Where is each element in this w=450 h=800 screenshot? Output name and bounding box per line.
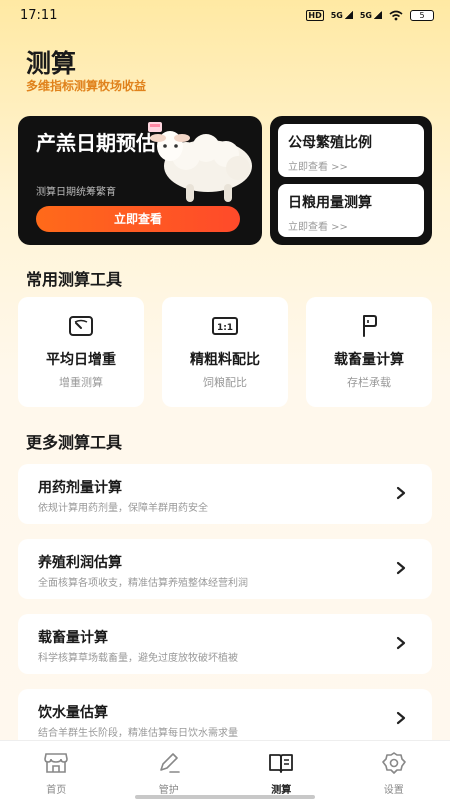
tab-label: 设置	[383, 785, 404, 796]
home-indicator	[135, 795, 315, 799]
list-item-desc: 科学核算草场载畜量，避免过度放牧破坏植被	[38, 653, 238, 664]
tab-care[interactable]: 管护	[113, 741, 226, 800]
card-link: 立即查看 >>	[288, 222, 348, 233]
tab-label: 首页	[46, 785, 67, 796]
pen-icon	[159, 753, 180, 773]
list-item-title: 载畜量计算	[38, 630, 108, 646]
tool-sub: 饲粮配比	[203, 376, 247, 389]
list-item-title: 饮水量估算	[38, 705, 108, 721]
tab-home[interactable]: 首页	[0, 741, 113, 800]
card-link: 立即查看 >>	[288, 162, 348, 173]
tool-name: 平均日增重	[46, 352, 116, 368]
list-item-stocking[interactable]: 载畜量计算 科学核算草场载畜量，避免过度放牧破坏植被	[18, 614, 432, 674]
section-title-common: 常用测算工具	[26, 270, 123, 289]
list-item-title: 用药剂量计算	[38, 480, 122, 496]
card-feed-usage[interactable]: 日粮用量测算 立即查看 >>	[278, 184, 424, 237]
page-title: 测算	[26, 49, 77, 78]
ratio-icon-text: 1:1	[217, 323, 233, 333]
tool-daily-gain[interactable]: 平均日增重 增重测算	[18, 297, 144, 407]
list-item-dosage[interactable]: 用药剂量计算 依规计算用药剂量，保障羊群用药安全	[18, 464, 432, 524]
book-icon	[269, 754, 294, 773]
tool-sub: 存栏承载	[347, 376, 391, 389]
scale-icon	[69, 316, 93, 336]
tab-label: 管护	[158, 785, 179, 796]
gear-icon	[381, 752, 406, 774]
banner-subtitle: 测算日期统筹繁育	[36, 187, 116, 198]
list-item-profit[interactable]: 养殖利润估算 全面核算各项收支，精准估算养殖整体经营利润	[18, 539, 432, 599]
side-panel: 公母繁殖比例 立即查看 >> 日粮用量测算 立即查看 >>	[270, 116, 432, 245]
tool-name: 载畜量计算	[334, 352, 404, 368]
sheep-illustration	[148, 122, 252, 202]
status-icons: HD 5G 5G 5	[306, 9, 434, 21]
tool-feed-ratio[interactable]: 1:1 精粗料配比 饲粮配比	[162, 297, 288, 407]
store-icon	[44, 753, 69, 773]
page-subtitle: 多维指标测算牧场收益	[26, 79, 147, 93]
battery-icon: 5	[410, 9, 434, 21]
tab-label: 测算	[271, 785, 292, 796]
card-sex-ratio[interactable]: 公母繁殖比例 立即查看 >>	[278, 124, 424, 177]
hd-icon: HD	[306, 9, 324, 21]
tab-calculate[interactable]: 测算	[225, 741, 338, 800]
section-title-more: 更多测算工具	[26, 433, 123, 452]
list-item-desc: 全面核算各项收支，精准估算养殖整体经营利润	[38, 578, 248, 589]
chevron-right-icon	[396, 561, 406, 575]
tool-stocking-capacity[interactable]: 载畜量计算 存栏承载	[306, 297, 432, 407]
chevron-right-icon	[396, 486, 406, 500]
card-title: 日粮用量测算	[288, 195, 372, 211]
signal-icon-2: 5G	[360, 10, 383, 20]
chevron-right-icon	[396, 636, 406, 650]
status-time: 17:11	[20, 7, 58, 23]
wifi-icon	[389, 10, 403, 20]
flag-icon	[363, 315, 377, 337]
tab-settings[interactable]: 设置	[338, 741, 450, 800]
view-now-button[interactable]: 立即查看	[36, 206, 240, 232]
list-item-title: 养殖利润估算	[38, 555, 122, 571]
tool-name: 精粗料配比	[190, 352, 260, 368]
tool-sub: 增重测算	[59, 376, 103, 389]
ratio-icon: 1:1	[212, 317, 238, 335]
chevron-right-icon	[396, 711, 406, 725]
banner-lambing-date[interactable]: 产羔日期预估 测算日期统筹繁育 立即查看	[18, 116, 262, 245]
status-bar: 17:11 HD 5G 5G 5	[0, 0, 450, 30]
tab-bar: 首页 管护 测算 设置	[0, 740, 450, 800]
list-item-desc: 结合羊群生长阶段，精准估算每日饮水需求量	[38, 728, 238, 739]
card-title: 公母繁殖比例	[288, 135, 372, 151]
list-item-desc: 依规计算用药剂量，保障羊群用药安全	[38, 503, 208, 514]
signal-icon: 5G	[331, 10, 354, 20]
